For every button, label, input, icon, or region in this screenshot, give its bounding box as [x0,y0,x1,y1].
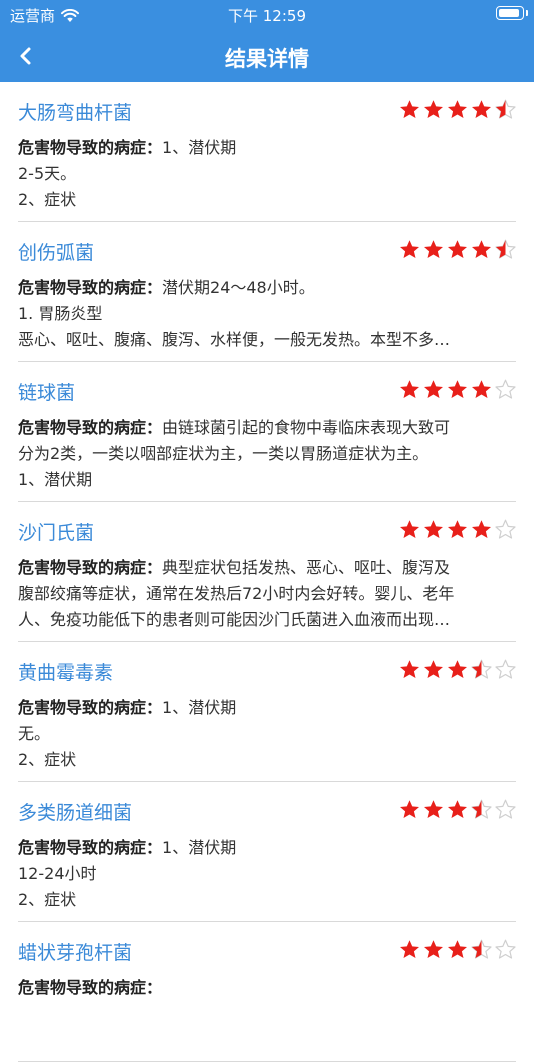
list-item[interactable]: 蜡状芽孢杆菌危害物导致的病症： [18,922,516,1062]
rating-stars [399,99,516,120]
symptom-label: 危害物导致的病症： [18,418,163,437]
symptom-text: 由链球菌引起的食物中毒临床表现大致可 [162,418,451,437]
symptom-label: 危害物导致的病症： [18,278,163,297]
item-line-1: 危害物导致的病症：潜伏期24～48小时。 [18,274,315,298]
rating-stars [399,239,516,260]
item-line-3: 1、潜伏期 [18,470,93,489]
star-filled-icon [400,660,419,678]
item-line-1: 危害物导致的病症：1、潜伏期 [18,134,236,158]
star-empty-icon [495,659,516,679]
item-line-2: 2-5天。 [18,164,77,183]
item-line-2: 12-24小时 [18,864,97,883]
rating-stars [399,799,516,820]
item-name: 创伤弧菌 [18,242,95,264]
symptom-label: 危害物导致的病症： [18,978,163,997]
star-empty-icon [495,799,516,819]
item-name: 大肠弯曲杆菌 [18,102,133,124]
item-name: 蜡状芽孢杆菌 [18,942,133,964]
star-filled-icon [424,380,443,398]
item-line-3: 恶心、呕吐、腹痛、腹泻、水样便，一般无发热。本型不多… [18,330,451,349]
star-filled-icon [400,240,419,258]
item-line-3: 2、症状 [18,750,77,769]
rating-stars [399,379,516,400]
star-half-icon [471,799,492,819]
item-line-1: 危害物导致的病症：典型症状包括发热、恶心、呕吐、腹泻及 [18,554,450,578]
list-item[interactable]: 黄曲霉毒素危害物导致的病症：1、潜伏期无。 2、症状 [18,642,516,782]
symptom-text: 潜伏期24～48小时。 [162,278,315,297]
item-name: 多类肠道细菌 [18,802,133,824]
star-half-icon [495,99,516,119]
item-name: 沙门氏菌 [18,522,95,544]
item-line-3: 2、症状 [18,190,77,209]
star-filled-icon [400,100,419,118]
status-bar: 运营商 下午 12:59 [0,0,534,30]
rating-stars [399,659,516,680]
page-title: 结果详情 [225,47,309,71]
star-filled-icon [424,100,443,118]
battery-icon [496,6,528,20]
symptom-label: 危害物导致的病症： [18,138,163,157]
item-line-3: 人、免疫功能低下的患者则可能因沙门氏菌进入血液而出现… [18,610,451,629]
star-filled-icon [400,380,419,398]
item-line-3: 2、症状 [18,890,77,909]
item-line-1: 危害物导致的病症： [18,974,162,998]
item-line-2: 分为2类，一类以咽部症状为主，一类以胃肠道症状为主。 [18,444,429,463]
star-filled-icon [472,240,491,258]
star-filled-icon [400,800,419,818]
symptom-label: 危害物导致的病症： [18,558,163,577]
star-filled-icon [424,800,443,818]
star-filled-icon [472,380,491,398]
symptom-label: 危害物导致的病症： [18,838,163,857]
star-filled-icon [448,660,467,678]
symptom-label: 危害物导致的病症： [18,698,163,717]
result-list: 大肠弯曲杆菌 危害物导致的病症：1、潜伏期 2-5天。 2、症状 创伤弧菌 危害物导致的病… [0,82,534,1062]
navigation-bar: 结果详情 [0,30,534,82]
star-empty-icon [495,379,516,399]
rating-stars [399,519,516,540]
item-line-1: 危害物导致的病症：由链球菌引起的食物中毒临床表现大致可 [18,414,450,438]
item-line-2: 无。 [18,724,51,743]
list-item[interactable]: 链球菌危害物导致的病症：由链球菌引起的食物中毒临床表现大致可分为2类，一类以咽部… [18,362,516,502]
star-filled-icon [448,520,467,538]
star-empty-icon [495,519,516,539]
list-item[interactable]: 大肠弯曲杆菌危害物导致的病症：1、潜伏期 2-5天。 2、症状 [18,82,516,222]
star-filled-icon [448,800,467,818]
star-filled-icon [472,100,491,118]
star-filled-icon [400,520,419,538]
symptom-text: 1、潜伏期 [162,138,237,157]
list-item[interactable]: 沙门氏菌危害物导致的病症：典型症状包括发热、恶心、呕吐、腹泻及腹部绞痛等症状，通… [18,502,516,642]
star-filled-icon [448,380,467,398]
item-line-2: 腹部绞痛等症状，通常在发热后72小时内会好转。婴儿、老年 [18,584,455,603]
item-name: 链球菌 [18,382,76,404]
star-half-icon [495,239,516,259]
item-line-2: 1. 胃肠炎型 [18,304,103,323]
item-name: 黄曲霉毒素 [18,662,114,684]
symptom-text: 1、潜伏期 [162,838,237,857]
star-filled-icon [448,240,467,258]
symptom-text: 1、潜伏期 [162,698,237,717]
item-line-1: 危害物导致的病症：1、潜伏期 [18,834,236,858]
symptom-text: 典型症状包括发热、恶心、呕吐、腹泻及 [162,558,451,577]
list-item[interactable]: 创伤弧菌危害物导致的病症：潜伏期24～48小时。 1. 胃肠炎型恶心、呕吐、腹痛、… [18,222,516,362]
star-filled-icon [424,520,443,538]
star-filled-icon [424,240,443,258]
list-item[interactable]: 多类肠道细菌危害物导致的病症：1、潜伏期 12-24小时 2、症状 [18,782,516,922]
star-filled-icon [472,520,491,538]
status-time: 下午 12:59 [228,7,306,25]
star-filled-icon [424,660,443,678]
star-half-icon [471,659,492,679]
star-filled-icon [448,100,467,118]
item-line-1: 危害物导致的病症：1、潜伏期 [18,694,236,718]
